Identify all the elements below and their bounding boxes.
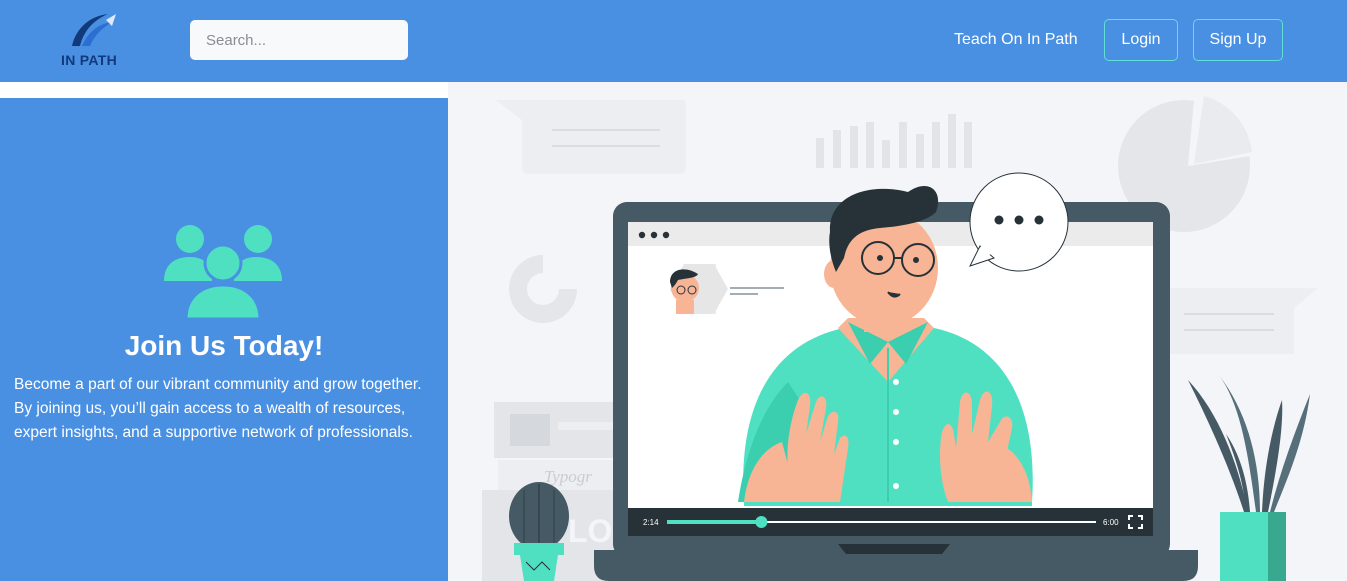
users-group-icon: [164, 225, 282, 319]
logo-icon: [72, 14, 116, 46]
message-card-decoration: [1168, 288, 1318, 354]
chat-card-decoration: [496, 100, 686, 174]
search-input[interactable]: [190, 20, 408, 60]
speech-bubble: [969, 172, 1069, 272]
join-description: Become a part of our vibrant community a…: [14, 376, 422, 441]
video-progress-handle[interactable]: [755, 516, 768, 528]
video-current-time: 2:14: [643, 518, 659, 527]
video-player-controls[interactable]: 2:14 6:00: [628, 508, 1153, 536]
navbar: IN PATH Teach On In Path Login Sign Up: [0, 0, 1347, 82]
login-button[interactable]: Login: [1104, 19, 1178, 61]
signup-button[interactable]: Sign Up: [1193, 19, 1283, 61]
logo-text: IN PATH: [61, 52, 118, 68]
join-title: Join Us Today!: [124, 330, 324, 361]
teach-on-in-path-link[interactable]: Teach On In Path: [954, 31, 1078, 49]
plant-decoration: [1188, 374, 1310, 581]
video-total-time: 6:00: [1103, 518, 1119, 527]
donut-chart-decoration: [509, 255, 577, 323]
logo[interactable]: IN PATH: [58, 12, 138, 70]
svg-text:LO: LO: [568, 513, 612, 549]
video-lesson-illustration: Typogr LO 2:14 6:00: [448, 82, 1347, 581]
bar-chart-decoration: [816, 114, 972, 168]
book-title-text: Typogr: [544, 467, 592, 486]
join-panel: Join Us Today! Become a part of our vibr…: [0, 98, 448, 581]
